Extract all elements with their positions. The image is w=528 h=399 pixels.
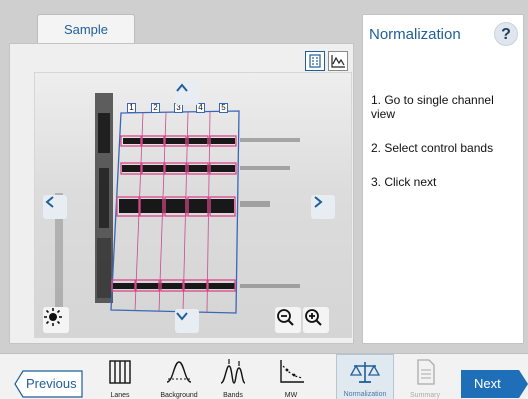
tool-lanes[interactable]: Lanes bbox=[93, 354, 147, 399]
instruction-list: 1. Go to single channel view 2. Select c… bbox=[371, 93, 521, 209]
background-icon bbox=[166, 361, 192, 383]
zoom-in-icon bbox=[305, 309, 322, 326]
graph-view-icon bbox=[331, 55, 345, 68]
tool-normalization[interactable]: Normalization bbox=[336, 354, 394, 399]
arrow-down-icon bbox=[176, 312, 188, 321]
zoom-out-button[interactable] bbox=[275, 307, 301, 333]
tool-label: Bands bbox=[223, 392, 243, 399]
image-view-button[interactable] bbox=[305, 51, 325, 71]
lanes-icon bbox=[109, 360, 131, 384]
panel-title: Normalization bbox=[369, 26, 461, 43]
help-button[interactable]: ? bbox=[494, 22, 518, 46]
sample-panel-body: 1 2 3 4 5 bbox=[9, 43, 354, 344]
lane-label-2[interactable]: 2 bbox=[151, 103, 160, 113]
previous-label: Previous bbox=[26, 376, 77, 391]
instruction-step: 1. Go to single channel view bbox=[371, 93, 494, 121]
bands-icon bbox=[220, 359, 246, 384]
previous-button[interactable]: Previous bbox=[14, 370, 84, 398]
zoom-out-icon bbox=[277, 309, 294, 326]
tab-sample[interactable]: Sample bbox=[37, 14, 135, 44]
document-icon bbox=[417, 359, 435, 385]
tool-bands[interactable]: Bands bbox=[206, 354, 260, 399]
arrow-up-icon bbox=[176, 83, 188, 92]
tool-label: Lanes bbox=[110, 392, 130, 399]
arrow-left-icon bbox=[45, 196, 54, 208]
normalization-panel: Normalization ? 1. Go to single channel … bbox=[362, 14, 524, 344]
pan-right-button[interactable] bbox=[311, 195, 335, 219]
pan-down-button[interactable] bbox=[175, 309, 199, 333]
tool-label: Normalization bbox=[343, 391, 387, 398]
tool-label: Summary bbox=[410, 392, 440, 399]
brightness-icon bbox=[44, 308, 62, 326]
lane-label-1[interactable]: 1 bbox=[127, 103, 136, 113]
brightness-button[interactable] bbox=[43, 307, 69, 333]
mw-icon bbox=[280, 360, 304, 383]
next-button[interactable]: Next bbox=[461, 370, 528, 398]
graph-view-button[interactable] bbox=[328, 51, 348, 71]
tool-mw[interactable]: MW bbox=[264, 354, 318, 399]
instruction-step: 2. Select control bands bbox=[371, 141, 494, 155]
lane-label-5[interactable]: 5 bbox=[219, 103, 228, 113]
image-view-icon bbox=[309, 54, 321, 68]
tool-label: MW bbox=[284, 392, 298, 399]
sample-panel: Sample 1 2 3 4 5 bbox=[9, 14, 354, 344]
tool-background[interactable]: Background bbox=[152, 354, 206, 399]
pan-left-button[interactable] bbox=[43, 195, 67, 219]
scale-icon bbox=[350, 362, 380, 383]
pan-up-button[interactable] bbox=[175, 81, 199, 105]
instruction-step: 3. Click next bbox=[371, 175, 437, 189]
arrow-right-icon bbox=[314, 196, 323, 208]
zoom-in-button[interactable] bbox=[303, 307, 329, 333]
next-label: Next bbox=[474, 376, 501, 391]
tool-label: Background bbox=[160, 392, 198, 399]
workflow-toolbar: Previous Lanes Background Bands MW Norma… bbox=[0, 353, 528, 399]
tool-summary[interactable]: Summary bbox=[398, 354, 452, 399]
gel-image[interactable]: 1 2 3 4 5 bbox=[34, 72, 352, 338]
